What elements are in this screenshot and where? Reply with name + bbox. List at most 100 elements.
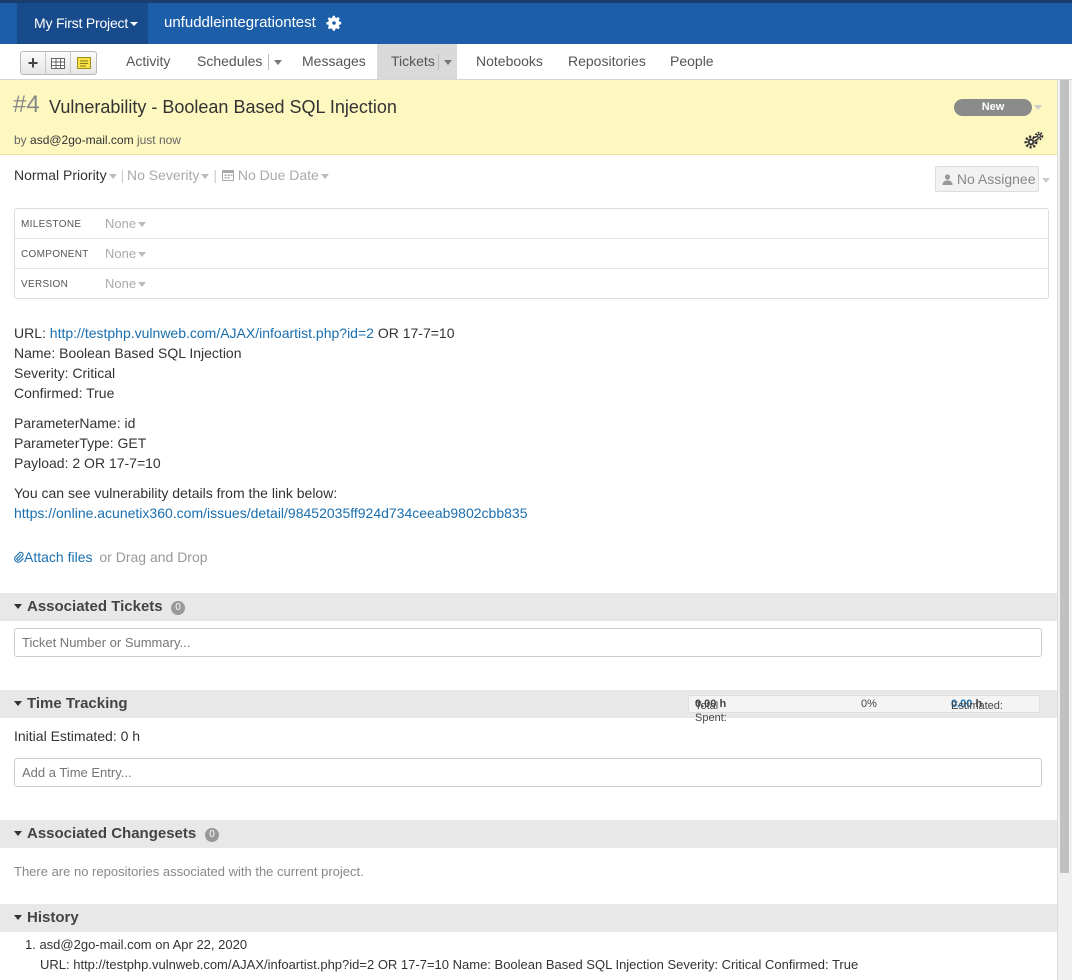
associated-changesets-count: 0 [205,828,219,842]
time-tracking-title: Time Tracking [27,695,128,712]
scrollbar[interactable] [1057,80,1072,980]
chevron-down-icon[interactable] [1034,105,1042,110]
assignee-value: No Assignee [956,171,1036,187]
status-badge[interactable]: New [954,99,1032,116]
version-row: VERSION None [15,269,1048,299]
attach-area: Attach files or Drag and Drop [14,549,208,565]
ticket-parameters: ParameterName: id ParameterType: GET Pay… [14,413,161,473]
tab-people[interactable]: People [670,44,714,79]
assignee-button[interactable]: No Assignee [935,166,1039,192]
desc-param-name: ParameterName: id [14,415,136,431]
top-bar: My First Project unfuddleintegrationtest [0,0,1072,44]
ticket-time: just now [136,133,181,147]
table-icon [51,57,65,69]
priority-select[interactable]: Normal Priority | [14,167,128,183]
ticket-number: #4 [13,91,40,118]
chevron-down-icon [108,173,117,179]
chevron-down-icon [130,22,139,27]
desc-details-intro: You can see vulnerability details from t… [14,485,338,501]
due-date-value: No Due Date [237,167,319,183]
calendar-icon [222,170,234,181]
chevron-down-icon[interactable] [443,59,452,65]
tab-messages[interactable]: Messages [302,44,366,79]
note-icon [76,57,91,69]
time-tracking-summary: Total Spent: 0.00 h 0% Estimated: 0.00 h [688,695,1040,724]
ticket-title[interactable]: Vulnerability - Boolean Based SQL Inject… [49,97,397,118]
milestone-select[interactable]: None [105,216,147,231]
collapse-icon [14,701,22,706]
tab-tickets[interactable]: Tickets [377,44,457,79]
plus-icon: + [27,53,39,73]
chevron-down-icon [138,252,147,258]
associated-ticket-search-input[interactable] [14,628,1042,657]
chevron-down-icon [320,173,329,179]
milestone-label: MILESTONE [21,219,82,230]
account-name[interactable]: unfuddleintegrationtest [164,3,316,43]
ticket-properties: MILESTONE None COMPONENT None VERSION No… [14,208,1049,299]
history-entry-header: 1. asd@2go-mail.com on Apr 22, 2020 [25,937,248,952]
desc-url-prefix: URL: [14,325,46,341]
estimated: Estimated: 0.00 h [951,698,1003,712]
component-value: None [105,246,137,261]
associated-changesets-header[interactable]: Associated Changesets 0 [0,820,1057,848]
desc-name: Name: Boolean Based SQL Injection [14,345,242,361]
severity-value: No Severity [127,167,200,183]
gear-icon[interactable] [325,14,343,32]
chevron-down-icon[interactable] [1042,178,1050,183]
due-date-select[interactable]: No Due Date [222,167,329,183]
desc-url-line: URL: http://testphp.vulnweb.com/AJAX/inf… [14,323,455,343]
chevron-down-icon [138,282,147,288]
component-select[interactable]: None [105,246,147,261]
total-spent: Total Spent: 0.00 h [695,698,727,724]
associated-tickets-count: 0 [171,601,185,615]
desc-url-link[interactable]: http://testphp.vulnweb.com/AJAX/infoarti… [50,325,374,341]
tab-tickets-label: Tickets [391,53,435,69]
collapse-icon [14,604,22,609]
associated-tickets-title: Associated Tickets [27,598,163,615]
desc-param-type: ParameterType: GET [14,435,147,451]
ticket-details: You can see vulnerability details from t… [14,483,527,523]
total-spent-label: Total Spent: [695,700,727,724]
collapse-icon [14,915,22,920]
history-entry-body: URL: http://testphp.vulnweb.com/AJAX/inf… [40,957,859,972]
desc-severity: Severity: Critical [14,365,116,381]
add-button[interactable]: + [21,52,46,74]
list-view-button[interactable] [46,52,71,74]
changesets-empty-text: There are no repositories associated wit… [14,864,364,879]
associated-tickets-header[interactable]: Associated Tickets 0 [0,593,1057,621]
severity-select[interactable]: No Severity | [127,167,221,183]
attach-files-link[interactable]: Attach files [14,549,96,565]
time-entry-input[interactable] [14,758,1042,787]
collapse-icon [14,831,22,836]
initial-estimate: Initial Estimated: 0 h [14,728,141,744]
notes-view-button[interactable] [71,52,96,74]
ticket-author: asd@2go-mail.com [30,133,134,147]
version-label: VERSION [21,279,69,290]
progress-percent: 0% [861,698,877,710]
desc-payload: Payload: 2 OR 17-7=10 [14,455,161,471]
desc-details-link[interactable]: https://online.acunetix360.com/issues/de… [14,505,527,521]
tab-activity[interactable]: Activity [126,44,170,79]
drag-drop-hint: or Drag and Drop [99,549,208,565]
paperclip-icon [14,551,24,563]
desc-url-suffix: OR 17-7=10 [377,325,455,341]
history-header[interactable]: History [0,904,1057,932]
tab-repositories[interactable]: Repositories [568,44,646,79]
priority-value: Normal Priority [14,167,107,183]
ticket-header: #4 Vulnerability - Boolean Based SQL Inj… [0,80,1057,155]
ticket-byline: by asd@2go-mail.com just now [14,133,181,147]
project-menu[interactable]: My First Project [17,3,148,44]
milestone-row: MILESTONE None [15,209,1048,239]
chevron-down-icon[interactable] [274,59,283,65]
milestone-value: None [105,216,137,231]
version-value: None [105,276,137,291]
project-menu-label: My First Project [34,15,129,31]
version-select[interactable]: None [105,276,147,291]
tab-notebooks[interactable]: Notebooks [476,44,543,79]
attach-files-label: Attach files [24,549,93,565]
estimated-label: Estimated: [951,700,1003,712]
component-label: COMPONENT [21,249,89,260]
scrollbar-thumb[interactable] [1060,80,1069,873]
settings-icon[interactable] [1024,131,1044,149]
tab-schedules[interactable]: Schedules [197,44,283,79]
